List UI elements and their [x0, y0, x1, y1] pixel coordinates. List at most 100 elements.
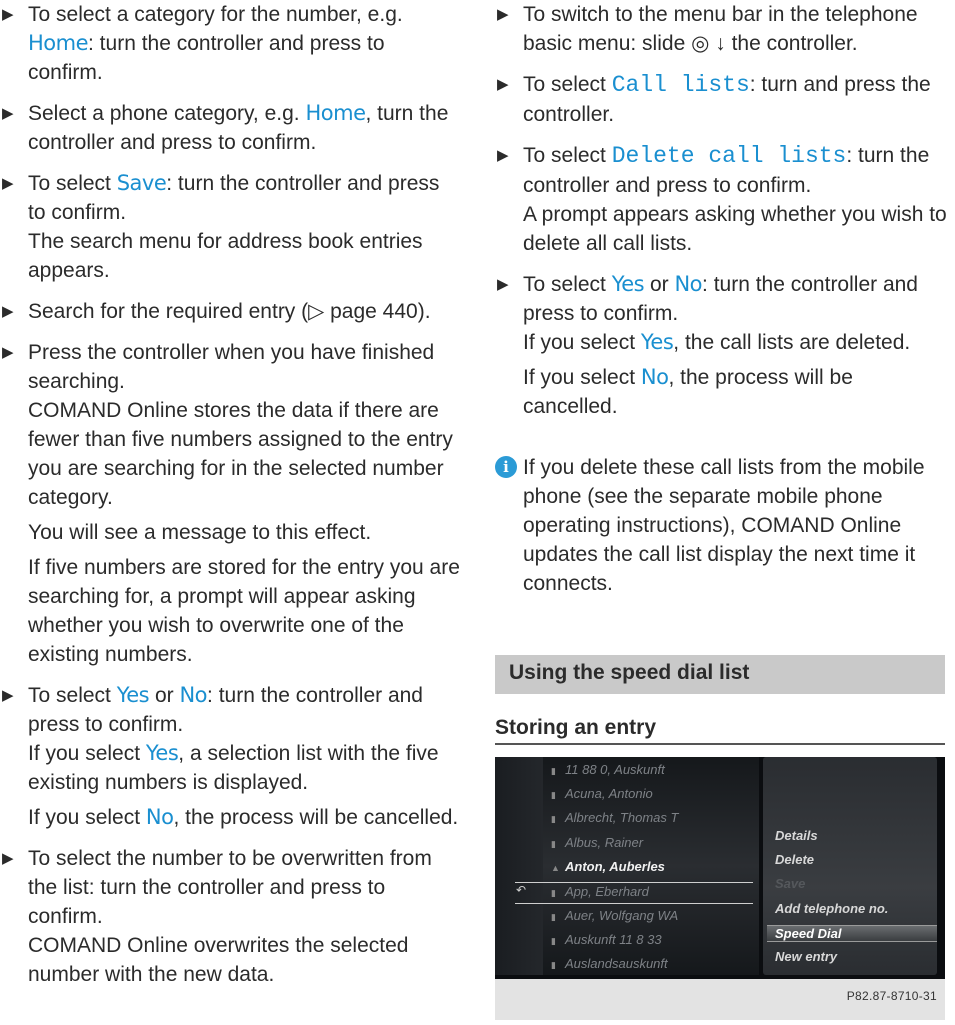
option-reference: Home: [28, 31, 89, 55]
address-book-entry[interactable]: ▮ Albrecht, Thomas T: [551, 810, 751, 825]
option-reference: No: [179, 683, 208, 707]
instruction-text: To switch to the menu bar in the telepho…: [523, 3, 918, 55]
result-text: If you select Yes, the call lists are de…: [523, 328, 950, 357]
instruction-text: or: [644, 273, 675, 296]
step-bullet-icon: ▶: [2, 105, 14, 122]
result-text: The search menu for address book entries…: [28, 230, 423, 282]
entry-label: Auslandsauskunft: [565, 956, 668, 971]
option-reference: No: [674, 272, 703, 296]
instruction-text: To select: [523, 144, 612, 167]
instruction-text: If you select: [523, 366, 641, 389]
option-reference: No: [145, 805, 174, 829]
instruction-step: ▶ To select Delete call lists: turn the c…: [495, 141, 950, 258]
option-reference: Yes: [640, 330, 674, 354]
result-text: COMAND Online stores the data if there a…: [28, 399, 453, 509]
result-text: You will see a message to this effect.: [28, 521, 372, 544]
option-reference: Yes: [611, 272, 645, 296]
step-bullet-icon: ▶: [2, 303, 14, 320]
instruction-step: ▶ To select Yes or No: turn the controlle…: [0, 681, 460, 832]
step-bullet-icon: ▶: [2, 687, 14, 704]
instruction-step: ▶ Press the controller when you have fini…: [0, 338, 460, 669]
result-text: If you select Yes, a selection list with…: [28, 739, 460, 797]
entry-type-icon: ▮: [551, 912, 556, 922]
screen-left-gutter: [495, 757, 543, 975]
step-bullet-icon: ▶: [2, 344, 14, 361]
image-caption-strip: P82.87-8710-31: [495, 979, 945, 1020]
address-book-entry[interactable]: ▮ 11 88 0, Auskunft: [551, 762, 751, 777]
address-book-entry[interactable]: ▮ Albus, Rainer: [551, 835, 751, 850]
section-header-bar: Using the speed dial list: [495, 655, 945, 694]
instruction-text: Select a phone category, e.g.: [28, 102, 306, 125]
entry-label: 11 88 0, Auskunft: [565, 762, 665, 777]
step-bullet-icon: ▶: [497, 6, 509, 23]
info-icon: i: [495, 456, 517, 478]
step-bullet-icon: ▶: [497, 147, 509, 164]
menu-item-delete[interactable]: Delete: [775, 852, 814, 867]
address-book-entry[interactable]: ▲ Anton, Auberles: [551, 859, 751, 874]
entry-label: Albrecht, Thomas T: [565, 810, 679, 825]
info-note: i If you delete these call lists from the…: [495, 453, 950, 598]
address-book-entry[interactable]: ▮ Auskunft 11 8 33: [551, 932, 751, 947]
entry-label: App, Eberhard: [565, 884, 649, 899]
address-book-entry[interactable]: ▮ Auslandsauskunft: [551, 956, 751, 971]
option-reference: Yes: [116, 683, 150, 707]
entry-type-icon: ▮: [551, 790, 556, 800]
instruction-step: ▶ To switch to the menu bar in the teleph…: [495, 0, 950, 58]
instruction-text: Press the controller when you have finis…: [28, 341, 435, 393]
back-icon[interactable]: ↶: [509, 883, 533, 897]
menu-item-add-telephone-no[interactable]: Add telephone no.: [775, 901, 888, 916]
menu-item-details[interactable]: Details: [775, 828, 818, 843]
instruction-text: If you select: [523, 331, 641, 354]
subsection-title: Storing an entry: [495, 716, 657, 739]
option-reference: No: [640, 365, 669, 389]
instruction-step: ▶ Search for the required entry (▷ page 4…: [0, 297, 460, 326]
option-reference: Save: [116, 171, 167, 195]
option-reference: Home: [305, 101, 366, 125]
instruction-text: To select: [28, 172, 117, 195]
instruction-step: ▶ To select the number to be overwritten …: [0, 844, 460, 989]
entry-type-icon: ▮: [551, 960, 556, 970]
entry-type-icon: ▮: [551, 839, 556, 849]
entry-label: Anton, Auberles: [565, 859, 665, 874]
instruction-text: Search for the required entry (▷ page 44…: [28, 300, 431, 323]
instruction-text: To select: [28, 684, 117, 707]
instruction-text: To select: [523, 273, 612, 296]
result-text: If you select No, the process will be ca…: [523, 363, 950, 421]
section-title: Using the speed dial list: [509, 661, 750, 684]
entry-type-icon: ▮: [551, 814, 556, 824]
result-text: COMAND Online overwrites the selected nu…: [28, 934, 409, 986]
entry-label: Albus, Rainer: [565, 835, 644, 850]
instruction-step: ▶ To select a category for the number, e.…: [0, 0, 460, 87]
result-text: A prompt appears asking whether you wish…: [523, 203, 947, 255]
instruction-step: ▶ To select Yes or No: turn the controlle…: [495, 270, 950, 421]
instruction-text: To select: [523, 73, 612, 96]
instruction-text: To select a category for the number, e.g…: [28, 3, 403, 26]
step-bullet-icon: ▶: [497, 276, 509, 293]
instruction-text: If you select: [28, 742, 146, 765]
menu-item-reference: Call lists: [611, 72, 750, 98]
subsection-rule: [495, 743, 945, 745]
comand-screenshot: ↶ ▮ 11 88 0, Auskunft ▮ Acuna, Antonio ▮ Albr…: [495, 757, 945, 1020]
menu-item-reference: Delete call lists: [611, 143, 847, 169]
address-book-entry[interactable]: ▮ App, Eberhard: [551, 884, 751, 899]
image-code: P82.87-8710-31: [846, 989, 937, 1003]
entry-label: Auskunft 11 8 33: [565, 932, 662, 947]
menu-item-speed-dial[interactable]: Speed Dial: [767, 925, 937, 942]
step-bullet-icon: ▶: [2, 175, 14, 192]
instruction-text: To select the number to be overwritten f…: [28, 847, 432, 928]
entry-type-icon: ▮: [551, 766, 556, 776]
instruction-step: ▶ To select Save: turn the controller and…: [0, 169, 460, 285]
instruction-text: or: [149, 684, 180, 707]
address-book-entry[interactable]: ▮ Acuna, Antonio: [551, 786, 751, 801]
menu-item-new-entry[interactable]: New entry: [775, 949, 837, 964]
step-bullet-icon: ▶: [2, 850, 14, 867]
right-column: ▶ To switch to the menu bar in the teleph…: [495, 0, 950, 598]
instruction-text: , the call lists are deleted.: [673, 331, 911, 354]
info-note-text: If you delete these call lists from the …: [523, 456, 925, 595]
step-bullet-icon: ▶: [497, 76, 509, 93]
result-text: If you select No, the process will be ca…: [28, 803, 460, 832]
menu-item-save: Save: [775, 876, 806, 891]
instruction-step: ▶ To select Call lists: turn and press th…: [495, 70, 950, 129]
address-book-entry[interactable]: ▮ Auer, Wolfgang WA: [551, 908, 751, 923]
entry-type-icon: ▲: [551, 863, 560, 873]
